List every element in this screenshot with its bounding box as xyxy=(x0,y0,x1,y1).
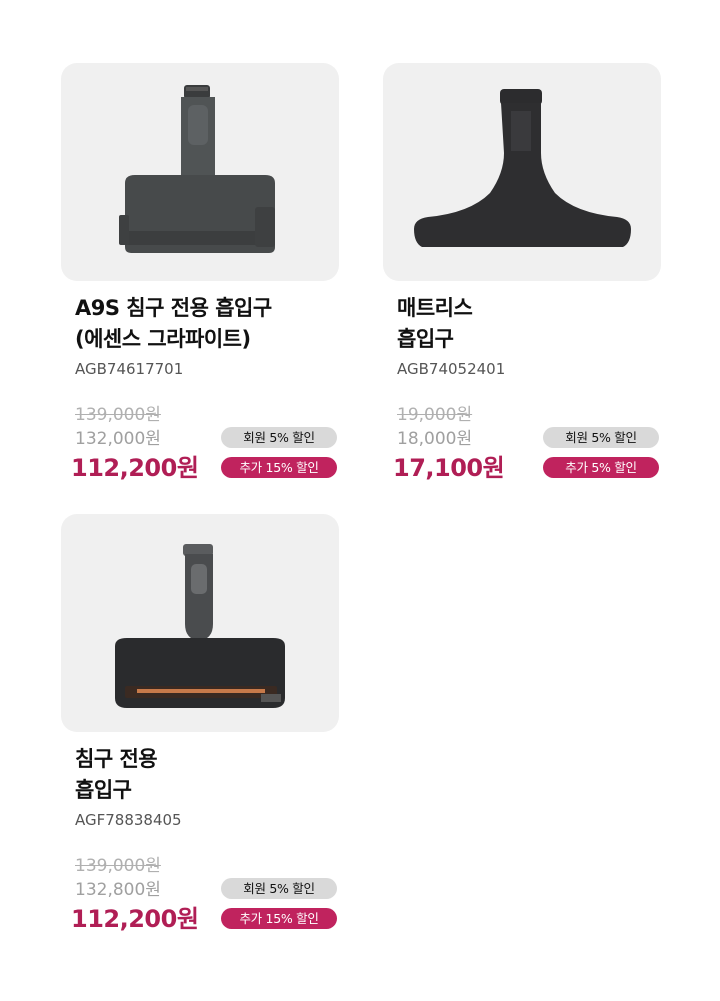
nozzle-image xyxy=(119,85,275,253)
product-card[interactable]: 침구 전용 흡입구 AGF78838405 139,000원 132,800원 … xyxy=(61,514,339,934)
member-price: 132,800원 xyxy=(75,880,161,900)
member-discount-badge: 회원 5% 할인 xyxy=(543,427,659,448)
original-price: 139,000원 xyxy=(75,856,161,876)
final-price: 112,200원 xyxy=(71,905,199,933)
product-card[interactable]: 매트리스 흡입구 AGB74052401 19,000원 18,000원 17,… xyxy=(383,63,661,483)
extra-discount-badge: 추가 15% 할인 xyxy=(221,457,337,478)
member-discount-badge: 회원 5% 할인 xyxy=(221,427,337,448)
product-image[interactable] xyxy=(61,514,339,732)
product-image[interactable] xyxy=(61,63,339,281)
extra-discount-badge: 추가 5% 할인 xyxy=(543,457,659,478)
original-price: 19,000원 xyxy=(397,405,473,425)
nozzle-image xyxy=(414,89,631,247)
product-code: AGB74617701 xyxy=(75,360,184,378)
member-discount-badge: 회원 5% 할인 xyxy=(221,878,337,899)
product-image[interactable] xyxy=(383,63,661,281)
extra-discount-badge: 추가 15% 할인 xyxy=(221,908,337,929)
product-card[interactable]: A9S 침구 전용 흡입구 (에센스 그라파이트) AGB74617701 13… xyxy=(61,63,339,483)
product-code: AGF78838405 xyxy=(75,811,182,829)
member-price: 132,000원 xyxy=(75,429,161,449)
price-block: 139,000원 132,000원 112,200원 회원 5% 할인 추가 1… xyxy=(71,403,339,483)
final-price: 17,100원 xyxy=(393,454,505,482)
price-block: 139,000원 132,800원 112,200원 회원 5% 할인 추가 1… xyxy=(71,854,339,934)
price-block: 19,000원 18,000원 17,100원 회원 5% 할인 추가 5% 할… xyxy=(393,403,661,483)
product-name[interactable]: 침구 전용 흡입구 xyxy=(75,744,339,806)
nozzle-image xyxy=(115,544,285,708)
product-name[interactable]: 매트리스 흡입구 xyxy=(397,293,661,355)
final-price: 112,200원 xyxy=(71,454,199,482)
original-price: 139,000원 xyxy=(75,405,161,425)
product-name[interactable]: A9S 침구 전용 흡입구 (에센스 그라파이트) xyxy=(75,293,339,355)
member-price: 18,000원 xyxy=(397,429,473,449)
product-code: AGB74052401 xyxy=(397,360,506,378)
